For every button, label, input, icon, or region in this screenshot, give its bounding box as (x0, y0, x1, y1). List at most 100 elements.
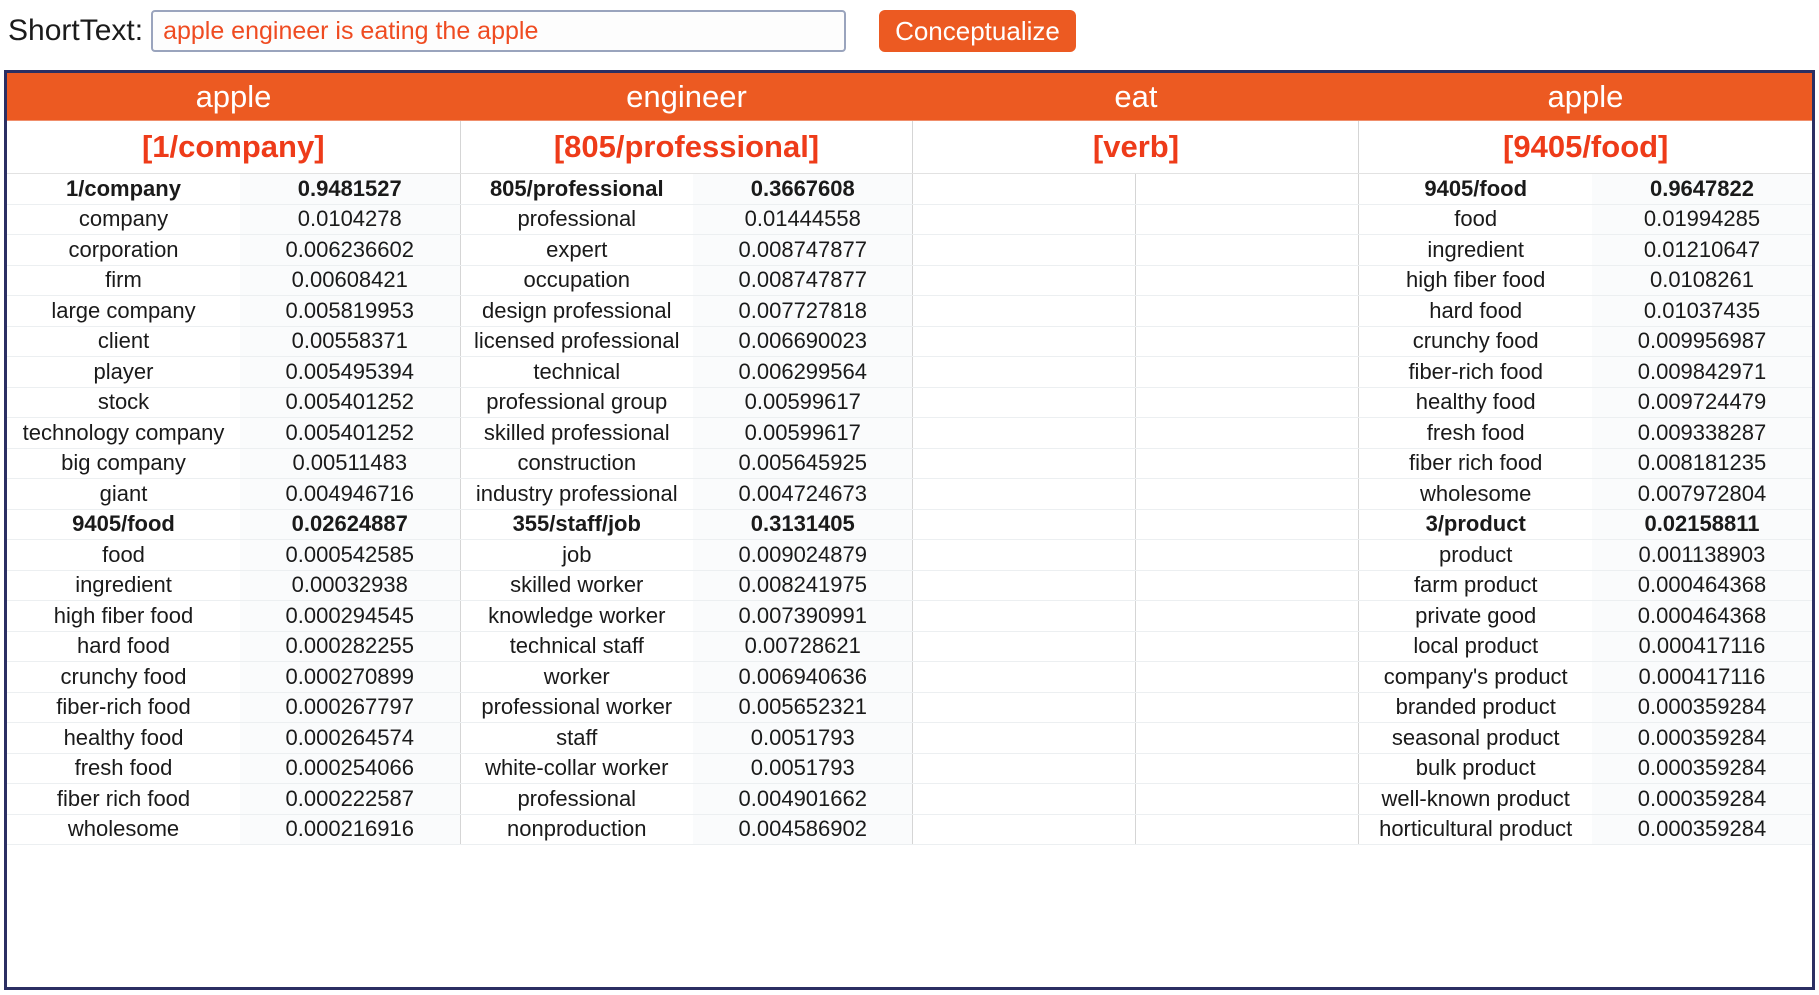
table-row: stock 0.005401252 professional group 0.0059… (7, 387, 1812, 418)
concept-term-cell: local product (1358, 631, 1592, 662)
concept-score-cell: 0.00608421 (240, 265, 461, 296)
word-header-row: apple engineer eat apple (7, 73, 1812, 121)
concept-term-cell: fiber rich food (7, 783, 241, 815)
concept-term-cell: wholesome (7, 814, 241, 845)
concept-score-cell: 0.9647822 (1591, 173, 1812, 205)
table-row: healthy food 0.000264574 staff 0.0051793 sea… (7, 722, 1812, 754)
table-row: ingredient 0.00032938 skilled worker 0.0082… (7, 570, 1812, 601)
concept-score-cell: 0.006940636 (693, 661, 914, 693)
concept-term-cell: client (7, 326, 241, 357)
table-row: firm 0.00608421 occupation 0.008747877 high … (7, 265, 1812, 296)
concept-score-cell: 0.01444558 (693, 204, 914, 235)
concept-term-cell: farm product (1358, 570, 1592, 601)
concept-term-cell: crunchy food (7, 661, 241, 693)
concept-term-cell: professional (460, 204, 694, 235)
results-body: 1/company 0.9481527 805/professional 0.3667… (7, 173, 1812, 845)
concept-term-cell: horticultural product (1358, 814, 1592, 845)
table-row: fresh food 0.000254066 white-collar worker… (7, 753, 1812, 784)
table-row: 1/company 0.9481527 805/professional 0.3667… (7, 173, 1812, 205)
concept-score-cell: 0.008747877 (693, 265, 914, 296)
table-row: hard food 0.000282255 technical staff 0.007… (7, 631, 1812, 662)
concept-score-cell: 0.00599617 (693, 417, 914, 449)
empty-cell (912, 539, 1137, 571)
conceptualization-results-table: apple engineer eat apple [1/company] [805/pr… (7, 73, 1812, 845)
concept-term-cell: hard food (7, 631, 241, 662)
concept-score-cell: 0.02624887 (240, 509, 461, 540)
empty-cell (1135, 204, 1360, 235)
concept-term-cell: big company (7, 448, 241, 479)
table-row: wholesome 0.000216916 nonproduction 0.00458… (7, 814, 1812, 845)
concept-score-cell: 0.005401252 (240, 417, 461, 449)
concept-score-cell: 0.02158811 (1591, 509, 1812, 540)
empty-cell (912, 356, 1137, 388)
table-row: big company 0.00511483 construction 0.00564… (7, 448, 1812, 479)
concept-score-cell: 0.009724479 (1591, 387, 1812, 418)
concept-term-cell: technical (460, 356, 694, 388)
concept-term-cell: fiber-rich food (7, 692, 241, 723)
concept-term-cell: hard food (1358, 295, 1592, 327)
concept-term-cell: professional worker (460, 692, 694, 723)
empty-cell (912, 448, 1137, 479)
concept-score-cell: 0.006690023 (693, 326, 914, 357)
concept-score-cell: 0.001138903 (1591, 539, 1812, 571)
concept-term-cell: licensed professional (460, 326, 694, 357)
empty-cell (912, 814, 1137, 845)
concept-score-cell: 0.3131405 (693, 509, 914, 540)
empty-cell (912, 753, 1137, 784)
shorttext-input[interactable] (151, 10, 847, 52)
concept-term-cell: food (7, 539, 241, 571)
word-header-1: engineer (460, 73, 913, 121)
empty-cell (1135, 448, 1360, 479)
concept-term-cell: occupation (460, 265, 694, 296)
sense-header-0: [1/company] (7, 120, 461, 174)
table-row: client 0.00558371 licensed professional 0.0… (7, 326, 1812, 357)
concept-term-cell: professional (460, 783, 694, 815)
concept-term-cell: large company (7, 295, 241, 327)
concept-score-cell: 0.01994285 (1591, 204, 1812, 235)
empty-cell (1135, 753, 1360, 784)
empty-cell (1135, 600, 1360, 632)
sense-header-row: [1/company] [805/professional] [verb] [9405… (7, 120, 1812, 174)
concept-term-cell: stock (7, 387, 241, 418)
concept-score-cell: 0.005652321 (693, 692, 914, 723)
concept-term-cell: worker (460, 661, 694, 693)
conceptualize-button[interactable]: Conceptualize (879, 10, 1076, 52)
concept-score-cell: 0.000216916 (240, 814, 461, 845)
concept-term-cell: firm (7, 265, 241, 296)
concept-score-cell: 0.004586902 (693, 814, 914, 845)
concept-score-cell: 0.00032938 (240, 570, 461, 601)
concept-score-cell: 0.008181235 (1591, 448, 1812, 479)
table-row: fiber rich food 0.000222587 professional 0.… (7, 783, 1812, 815)
empty-cell (1135, 631, 1360, 662)
concept-term-cell: corporation (7, 234, 241, 266)
empty-cell (912, 387, 1137, 418)
table-row: fiber-rich food 0.000267797 professional w… (7, 692, 1812, 723)
table-row: crunchy food 0.000270899 worker 0.006940636… (7, 661, 1812, 693)
concept-score-cell: 0.000359284 (1591, 783, 1812, 815)
concept-term-cell: technology company (7, 417, 241, 449)
concept-score-cell: 0.006299564 (693, 356, 914, 388)
concept-score-cell: 0.000359284 (1591, 692, 1812, 723)
empty-cell (1135, 814, 1360, 845)
empty-cell (912, 417, 1137, 449)
table-row: food 0.000542585 job 0.009024879 product 0.00… (7, 539, 1812, 571)
concept-score-cell: 0.000417116 (1591, 631, 1812, 662)
concept-term-cell: fiber rich food (1358, 448, 1592, 479)
table-row: 9405/food 0.02624887 355/staff/job 0.313140… (7, 509, 1812, 540)
concept-score-cell: 0.0051793 (693, 753, 914, 784)
concept-score-cell: 0.009956987 (1591, 326, 1812, 357)
concept-score-cell: 0.000464368 (1591, 570, 1812, 601)
empty-cell (912, 570, 1137, 601)
concept-term-cell: healthy food (7, 722, 241, 754)
concept-score-cell: 0.005401252 (240, 387, 461, 418)
concept-score-cell: 0.0051793 (693, 722, 914, 754)
concept-score-cell: 0.007972804 (1591, 478, 1812, 510)
concept-term-cell: 3/product (1358, 509, 1592, 540)
concept-term-cell: private good (1358, 600, 1592, 632)
empty-cell (1135, 783, 1360, 815)
sense-header-1: [805/professional] (460, 120, 914, 174)
concept-score-cell: 0.000264574 (240, 722, 461, 754)
shorttext-label: ShortText: (8, 14, 144, 47)
empty-cell (1135, 356, 1360, 388)
concept-term-cell: crunchy food (1358, 326, 1592, 357)
